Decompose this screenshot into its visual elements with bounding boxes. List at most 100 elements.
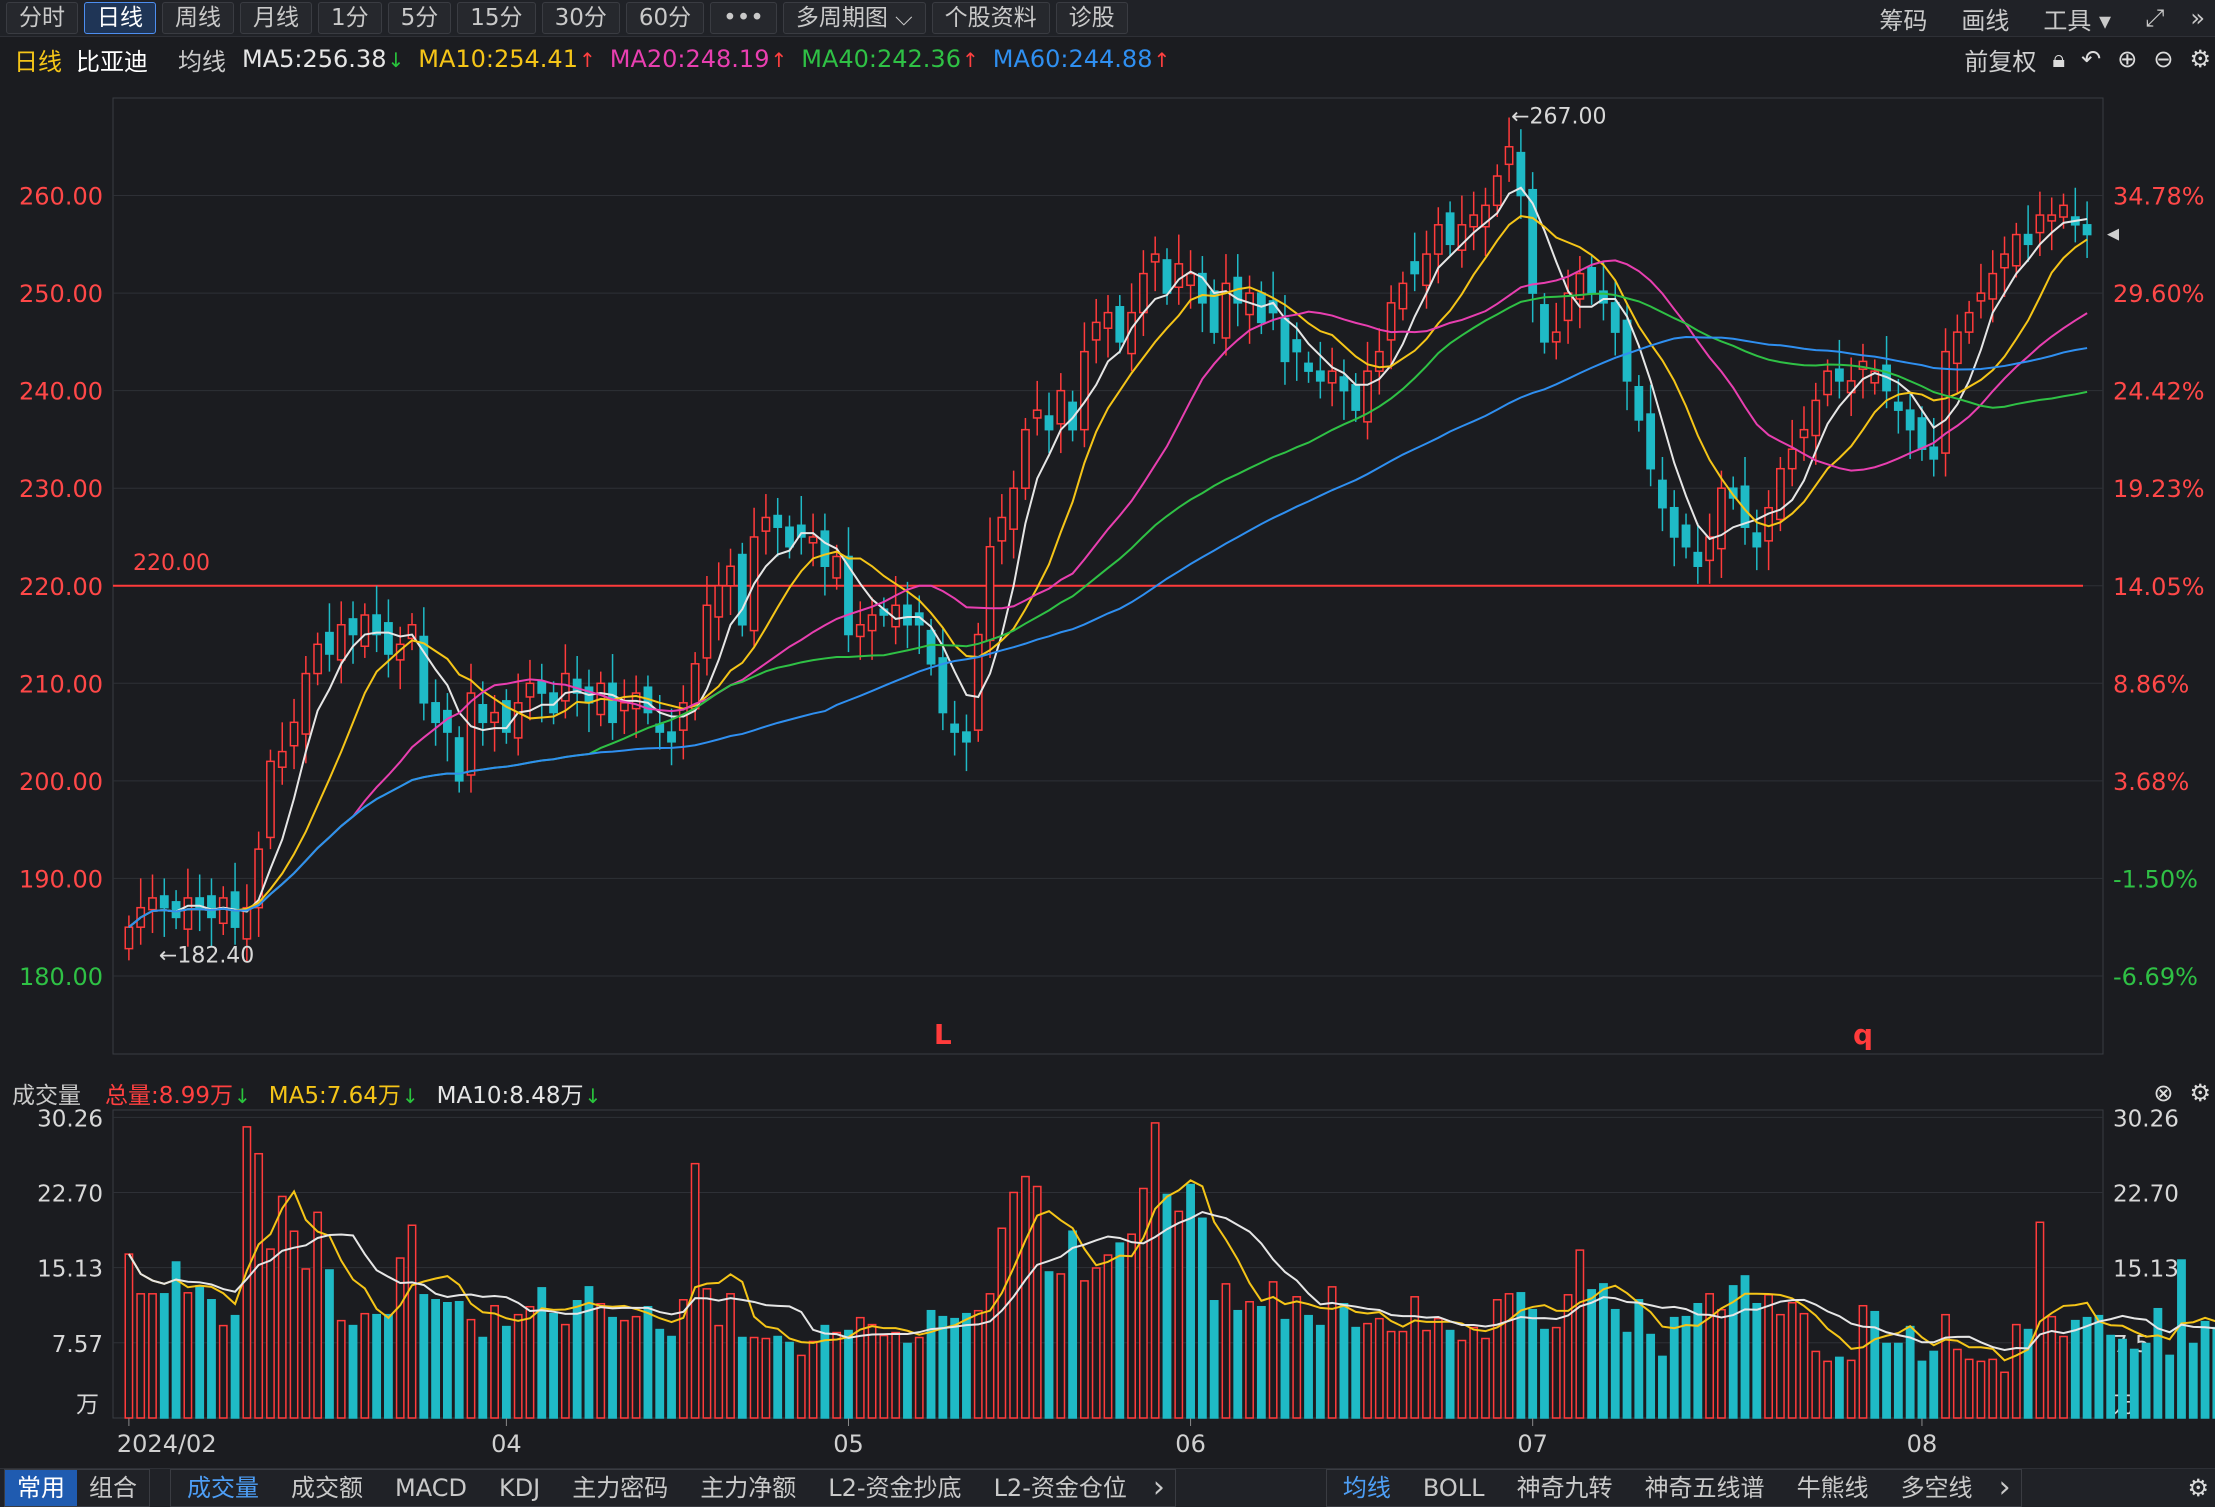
volume-bar[interactable] <box>1197 1217 1207 1419</box>
close-icon[interactable]: ⊗ <box>2153 1079 2173 1107</box>
candle[interactable] <box>1705 513 1715 584</box>
volume-bar[interactable] <box>1882 1342 1891 1419</box>
volume-bar[interactable] <box>1599 1283 1608 1419</box>
group-tab-0[interactable]: 常用 <box>5 1470 77 1506</box>
candle[interactable] <box>301 655 311 764</box>
volume-bar[interactable] <box>796 1354 806 1419</box>
candle[interactable] <box>289 698 299 770</box>
volume-bar[interactable] <box>1410 1296 1420 1419</box>
volume-bar[interactable] <box>407 1224 417 1419</box>
candle[interactable] <box>490 695 499 752</box>
candle[interactable] <box>1386 285 1396 370</box>
volume-bar[interactable] <box>844 1329 853 1419</box>
candle[interactable] <box>207 878 216 947</box>
volume-bar[interactable] <box>124 1253 134 1419</box>
candle[interactable] <box>2023 205 2033 262</box>
volume-bar[interactable] <box>207 1299 216 1419</box>
candle[interactable] <box>1398 271 1408 321</box>
volume-bar[interactable] <box>1481 1337 1490 1419</box>
volume-bar[interactable] <box>1846 1359 1856 1419</box>
volume-bar[interactable] <box>1422 1329 1431 1419</box>
volume-bar[interactable] <box>1681 1315 1691 1419</box>
candle[interactable] <box>1091 298 1101 364</box>
candle[interactable] <box>1445 201 1455 257</box>
candle[interactable] <box>1103 295 1113 358</box>
candle[interactable] <box>1457 195 1467 268</box>
volume-bar[interactable] <box>1103 1254 1113 1419</box>
candle[interactable] <box>631 675 641 738</box>
candle[interactable] <box>560 644 570 719</box>
candle[interactable] <box>985 517 995 658</box>
event-marker[interactable]: q <box>1853 1018 1873 1051</box>
volume-bar[interactable] <box>2188 1342 2198 1419</box>
volume-bar[interactable] <box>501 1325 511 1419</box>
volume-bar[interactable] <box>1929 1350 1939 1419</box>
indicator-tab-1[interactable]: 成交额 <box>275 1470 379 1506</box>
volume-bar[interactable] <box>360 1312 370 1419</box>
candle[interactable] <box>584 669 594 733</box>
candle[interactable] <box>1080 322 1089 448</box>
volume-bar[interactable] <box>1693 1302 1703 1419</box>
volume-bar[interactable] <box>749 1336 759 1419</box>
candle[interactable] <box>962 714 971 772</box>
candle[interactable] <box>1174 234 1184 305</box>
candle[interactable] <box>997 494 1007 565</box>
candle[interactable] <box>572 655 582 717</box>
volume-bar[interactable] <box>572 1300 582 1419</box>
volume-bar[interactable] <box>1492 1299 1502 1419</box>
candle[interactable] <box>1032 380 1042 436</box>
candle[interactable] <box>1599 261 1608 321</box>
volume-bar[interactable] <box>785 1341 794 1419</box>
volume-bar[interactable] <box>2141 1342 2151 1419</box>
volume-bar[interactable] <box>631 1315 641 1419</box>
volume-bar[interactable] <box>1398 1330 1408 1419</box>
volume-bar[interactable] <box>1280 1318 1290 1419</box>
volume-bar[interactable] <box>1787 1301 1797 1419</box>
volume-bar[interactable] <box>1245 1301 1254 1419</box>
volume-bar[interactable] <box>2153 1307 2163 1419</box>
volume-bar[interactable] <box>384 1313 393 1419</box>
candle[interactable] <box>749 507 759 649</box>
candle[interactable] <box>266 749 275 850</box>
candle[interactable] <box>973 622 983 742</box>
volume-bar[interactable] <box>478 1336 488 1419</box>
candle[interactable] <box>1138 250 1148 337</box>
candle[interactable] <box>844 527 853 653</box>
volume-bar[interactable] <box>466 1318 476 1419</box>
volume-bar[interactable] <box>655 1328 665 1419</box>
candle[interactable] <box>1669 490 1679 567</box>
chart-canvas[interactable]: 260.00 34.78% 250.00 29.60% 240.00 24.42% 230.… <box>0 0 2215 1506</box>
volume-bar[interactable] <box>619 1319 629 1419</box>
candle[interactable] <box>726 548 735 616</box>
volume-bar[interactable] <box>348 1324 358 1419</box>
candle[interactable] <box>230 862 240 945</box>
volume-bar[interactable] <box>1386 1330 1396 1419</box>
volume-bar[interactable] <box>737 1336 747 1419</box>
volume-bar[interactable] <box>1988 1358 1998 1419</box>
candle[interactable] <box>372 585 382 653</box>
volume-bar[interactable] <box>1775 1313 1785 1419</box>
volume-bar[interactable] <box>431 1299 441 1419</box>
candle[interactable] <box>454 726 464 793</box>
volume-bar[interactable] <box>313 1211 323 1419</box>
volume-bar[interactable] <box>1374 1317 1384 1419</box>
overlay-tab-0[interactable]: 均线 <box>1327 1470 1407 1506</box>
candle[interactable] <box>348 601 358 664</box>
volume-bar[interactable] <box>2094 1314 2104 1419</box>
candle[interactable] <box>384 599 393 678</box>
volume-bar[interactable] <box>1705 1293 1715 1419</box>
volume-bar[interactable] <box>773 1335 783 1419</box>
volume-bar[interactable] <box>1433 1317 1443 1419</box>
volume-bar[interactable] <box>667 1335 676 1419</box>
candle[interactable] <box>1893 378 1903 434</box>
volume-bar[interactable] <box>926 1309 936 1419</box>
candle[interactable] <box>407 613 417 651</box>
indicator-tab-0[interactable]: 成交量 <box>171 1470 275 1506</box>
candle[interactable] <box>1150 236 1160 292</box>
volume-bar[interactable] <box>1634 1299 1644 1419</box>
volume-bar[interactable] <box>1540 1328 1549 1419</box>
volume-bar[interactable] <box>1304 1314 1313 1419</box>
volume-bar[interactable] <box>879 1334 889 1419</box>
volume-bar[interactable] <box>1952 1348 1962 1419</box>
volume-bar[interactable] <box>1091 1267 1101 1419</box>
